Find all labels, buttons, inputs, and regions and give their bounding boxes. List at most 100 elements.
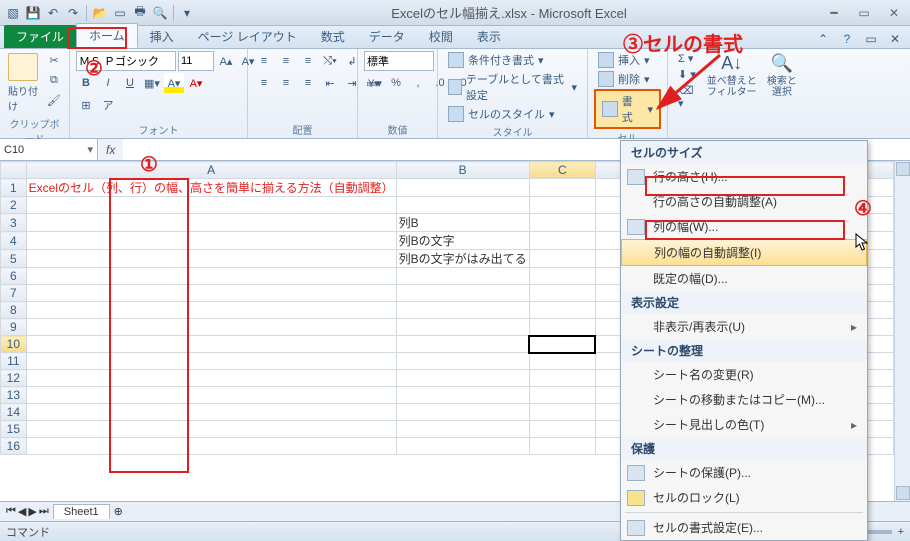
- cell-B9[interactable]: [396, 319, 529, 336]
- underline-button[interactable]: U: [120, 73, 140, 93]
- fx-label[interactable]: fx: [98, 143, 123, 157]
- cell-B10[interactable]: [396, 336, 529, 353]
- cell-C6[interactable]: [529, 268, 595, 285]
- col-header-A[interactable]: A: [26, 162, 396, 179]
- row-header-13[interactable]: 13: [1, 387, 27, 404]
- cell-C9[interactable]: [529, 319, 595, 336]
- cell-B2[interactable]: [396, 197, 529, 214]
- tab-file[interactable]: ファイル: [4, 25, 76, 48]
- fill-color-icon[interactable]: A▾: [164, 73, 184, 93]
- tab-review[interactable]: 校閲: [417, 25, 465, 48]
- cell-styles-button[interactable]: セルのスタイル▾: [444, 105, 581, 123]
- indent-dec-icon[interactable]: ⇤: [320, 73, 340, 93]
- tab-nav-next-icon[interactable]: ▶: [28, 505, 36, 518]
- redo-icon[interactable]: ↷: [64, 4, 82, 22]
- cell-A3[interactable]: [26, 214, 396, 232]
- menu-hide-unhide[interactable]: 非表示/再表示(U)▸: [621, 314, 867, 339]
- delete-cells-button[interactable]: 削除▾: [594, 70, 661, 88]
- font-color-icon[interactable]: A▾: [186, 73, 206, 93]
- cell-A5[interactable]: [26, 250, 396, 268]
- format-painter-icon[interactable]: 🖌: [44, 91, 64, 109]
- name-box-dropdown-icon[interactable]: ▾: [87, 143, 93, 156]
- menu-default-width[interactable]: 既定の幅(D)...: [621, 266, 867, 291]
- row-header-15[interactable]: 15: [1, 421, 27, 438]
- tab-nav-first-icon[interactable]: ⏮: [6, 505, 16, 518]
- percent-icon[interactable]: %: [386, 73, 406, 93]
- cell-C7[interactable]: [529, 285, 595, 302]
- align-middle-icon[interactable]: ≡: [276, 51, 296, 71]
- minimize-icon[interactable]: ━: [822, 4, 846, 22]
- cell-A8[interactable]: [26, 302, 396, 319]
- save-icon[interactable]: 💾: [24, 4, 42, 22]
- tab-nav-last-icon[interactable]: ⏭: [39, 505, 49, 518]
- clear-button[interactable]: ⌫ ▾: [674, 83, 702, 111]
- tab-insert[interactable]: 挿入: [138, 25, 186, 48]
- print-icon[interactable]: 🖶: [131, 4, 149, 22]
- copy-icon[interactable]: ⧉: [44, 71, 64, 89]
- font-family-select[interactable]: [76, 51, 176, 71]
- cell-C3[interactable]: [529, 214, 595, 232]
- tab-data[interactable]: データ: [357, 25, 417, 48]
- format-cells-button[interactable]: 書式▾: [594, 89, 661, 129]
- cell-C15[interactable]: [529, 421, 595, 438]
- row-header-1[interactable]: 1: [1, 179, 27, 197]
- phonetic-icon[interactable]: ア: [98, 95, 118, 115]
- insert-cells-button[interactable]: 挿入▾: [594, 51, 661, 69]
- menu-protect-sheet[interactable]: シートの保護(P)...: [621, 460, 867, 485]
- increase-font-icon[interactable]: A▴: [216, 51, 236, 71]
- cell-C12[interactable]: [529, 370, 595, 387]
- menu-tab-color[interactable]: シート見出しの色(T)▸: [621, 412, 867, 437]
- menu-rename-sheet[interactable]: シート名の変更(R): [621, 362, 867, 387]
- align-center-icon[interactable]: ≡: [276, 73, 296, 93]
- row-header-11[interactable]: 11: [1, 353, 27, 370]
- sheet-tab[interactable]: Sheet1: [53, 504, 110, 519]
- cell-B13[interactable]: [396, 387, 529, 404]
- border-icon[interactable]: ▦▾: [142, 73, 162, 93]
- italic-button[interactable]: I: [98, 73, 118, 93]
- conditional-formatting-button[interactable]: 条件付き書式▾: [444, 51, 581, 69]
- cell-B8[interactable]: [396, 302, 529, 319]
- new-icon[interactable]: ▭: [111, 4, 129, 22]
- menu-row-height[interactable]: 行の高さ(H)...: [621, 164, 867, 189]
- align-bottom-icon[interactable]: ≡: [298, 51, 318, 71]
- col-header-C[interactable]: C: [529, 162, 595, 179]
- cut-icon[interactable]: ✂: [44, 51, 64, 69]
- currency-icon[interactable]: ¥▾: [364, 73, 384, 93]
- scroll-up-icon[interactable]: [896, 162, 910, 176]
- cell-A1[interactable]: Excelのセル（列、行）の幅、高さを簡単に揃える方法（自動調整）: [26, 179, 396, 197]
- new-sheet-icon[interactable]: ⊕: [114, 505, 123, 518]
- borders-btn[interactable]: ⊞: [76, 95, 96, 115]
- cell-B3[interactable]: 列B: [396, 214, 529, 232]
- tab-formulas[interactable]: 数式: [309, 25, 357, 48]
- cell-A16[interactable]: [26, 438, 396, 455]
- menu-format-cells[interactable]: セルの書式設定(E)...: [621, 515, 867, 540]
- cell-A2[interactable]: [26, 197, 396, 214]
- cell-C1[interactable]: [529, 179, 595, 197]
- row-header-2[interactable]: 2: [1, 197, 27, 214]
- row-header-14[interactable]: 14: [1, 404, 27, 421]
- cell-A9[interactable]: [26, 319, 396, 336]
- window-close-icon[interactable]: ✕: [886, 30, 904, 48]
- comma-icon[interactable]: ,: [408, 73, 428, 93]
- tab-pagelayout[interactable]: ページ レイアウト: [186, 25, 309, 48]
- row-header-4[interactable]: 4: [1, 232, 27, 250]
- cell-C8[interactable]: [529, 302, 595, 319]
- cell-A15[interactable]: [26, 421, 396, 438]
- font-size-select[interactable]: [178, 51, 214, 71]
- menu-row-autofit[interactable]: 行の高さの自動調整(A): [621, 189, 867, 214]
- cell-B15[interactable]: [396, 421, 529, 438]
- select-all-button[interactable]: [1, 162, 27, 179]
- paste-button[interactable]: 貼り付け: [6, 51, 40, 115]
- cell-C10[interactable]: [529, 336, 595, 353]
- cell-C5[interactable]: [529, 250, 595, 268]
- cell-A10[interactable]: [26, 336, 396, 353]
- orientation-icon[interactable]: ⤭▾: [320, 51, 340, 71]
- preview-icon[interactable]: 🔍: [151, 4, 169, 22]
- help-icon[interactable]: ?: [838, 30, 856, 48]
- cell-A12[interactable]: [26, 370, 396, 387]
- cell-A13[interactable]: [26, 387, 396, 404]
- cell-A6[interactable]: [26, 268, 396, 285]
- row-header-10[interactable]: 10: [1, 336, 27, 353]
- row-header-3[interactable]: 3: [1, 214, 27, 232]
- number-format-select[interactable]: [364, 51, 434, 71]
